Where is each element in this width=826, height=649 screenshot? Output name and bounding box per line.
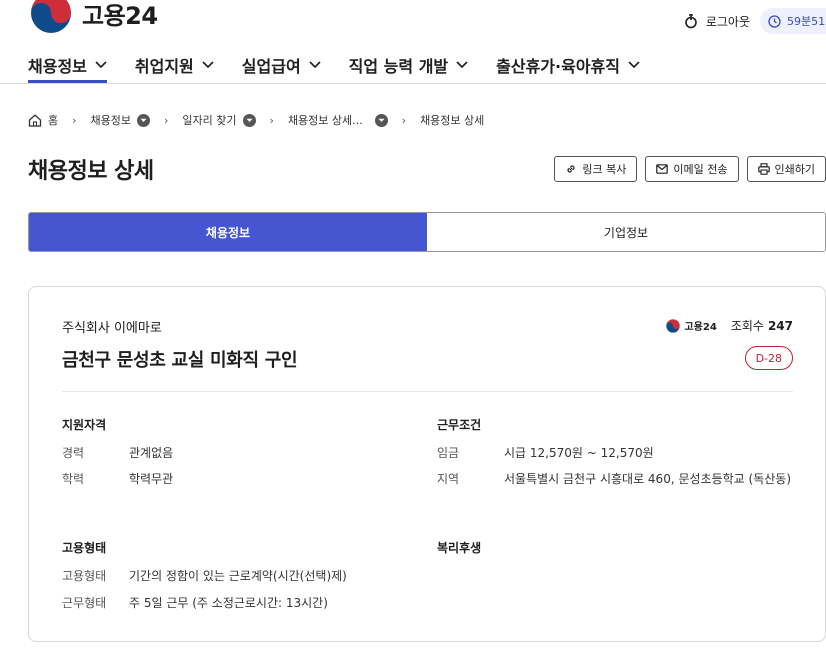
info-key: 학력 xyxy=(62,472,85,486)
info-row: 고용형태 기간의 정함이 있는 근로계약(시간(선택)제) xyxy=(62,565,347,587)
dropdown-circle-icon[interactable] xyxy=(374,113,388,127)
breadcrumb-item[interactable]: 일자리 찾기 xyxy=(182,112,256,128)
info-key: 근무형태 xyxy=(62,596,107,610)
gnb-item-skill-development[interactable]: 직업 능력 개발 xyxy=(349,50,468,80)
breadcrumb-label: 채용정보 상세... xyxy=(287,114,363,127)
logout-button[interactable]: 로그아웃 xyxy=(684,13,750,30)
chevron-right-icon: › xyxy=(401,113,407,127)
chevron-down-icon xyxy=(309,61,321,69)
section-title-employment: 고용형태 xyxy=(62,541,107,555)
taegeuk-logo-icon xyxy=(31,0,71,33)
timer-text: 59분51초 xyxy=(787,15,826,28)
section-title-welfare: 복리후생 xyxy=(437,541,482,555)
chevron-down-icon xyxy=(95,61,107,69)
card-divider xyxy=(62,391,793,392)
page-actions: 링크 복사 이메일 전송 인쇄하기 xyxy=(546,156,826,182)
breadcrumb-item[interactable]: 채용정보 상세... xyxy=(288,112,388,128)
taegeuk-logo-icon xyxy=(666,318,681,333)
home-icon xyxy=(28,113,42,127)
breadcrumb-home-label: 홈 xyxy=(48,114,59,127)
chevron-down-icon xyxy=(628,61,640,69)
info-value: 기간의 정함이 있는 근로계약(시간(선택)제) xyxy=(129,569,347,583)
breadcrumb-current: 채용정보 상세 xyxy=(420,112,484,128)
page-title: 채용정보 상세 xyxy=(28,159,154,184)
gnb-label: 직업 능력 개발 xyxy=(348,57,449,76)
session-timer[interactable]: 59분51초 xyxy=(760,8,826,34)
info-value: 학력무관 xyxy=(129,472,174,486)
info-value: 시급 12,570원 ~ 12,570원 xyxy=(504,446,654,460)
views-count: 247 xyxy=(767,318,793,333)
brand-badge-text: 고용24 xyxy=(684,322,717,333)
gnb-item-job-info[interactable]: 채용정보 xyxy=(28,50,107,83)
breadcrumb-label: 채용정보 xyxy=(90,114,132,127)
gnb-label: 실업급여 xyxy=(241,57,301,76)
send-email-label: 이메일 전송 xyxy=(673,163,728,176)
gnb-item-parental-leave[interactable]: 출산휴가·육아휴직 xyxy=(496,50,640,80)
dropdown-circle-icon[interactable] xyxy=(137,113,151,127)
deadline-badge: D-28 xyxy=(744,346,793,370)
section-title-conditions: 근무조건 xyxy=(437,418,482,432)
info-key: 임금 xyxy=(437,446,460,460)
gnb-label: 출산휴가·육아휴직 xyxy=(496,57,620,76)
detail-tabs: 채용정보 기업정보 xyxy=(28,212,826,252)
mail-icon xyxy=(656,164,669,174)
info-row: 근무형태 주 5일 근무 (주 소정근로시간: 13시간) xyxy=(62,592,328,614)
info-value: 서울특별시 금천구 시흥대로 460, 문성초등학교 (독산동) xyxy=(504,472,791,486)
info-key: 지역 xyxy=(437,472,460,486)
print-label: 인쇄하기 xyxy=(774,163,815,176)
header-divider xyxy=(0,83,826,84)
info-row: 학력 학력무관 xyxy=(62,468,173,490)
print-button[interactable]: 인쇄하기 xyxy=(746,156,826,182)
chevron-right-icon: › xyxy=(164,113,169,127)
send-email-button[interactable]: 이메일 전송 xyxy=(645,156,739,182)
chevron-right-icon: › xyxy=(269,113,274,127)
breadcrumb-item[interactable]: 채용정보 xyxy=(90,112,151,128)
breadcrumb-home[interactable]: 홈 xyxy=(28,112,58,128)
chevron-down-icon xyxy=(202,61,214,69)
gnb-label: 취업지원 xyxy=(134,57,194,76)
tab-company-info[interactable]: 기업정보 xyxy=(427,213,825,251)
info-row: 경력 관계없음 xyxy=(62,442,173,464)
breadcrumb: 홈 › 채용정보 › 일자리 찾기 › 채용정보 상세... › 채용정보 상세 xyxy=(28,112,484,128)
chevron-right-icon: › xyxy=(72,113,77,127)
copy-link-button[interactable]: 링크 복사 xyxy=(554,156,638,182)
breadcrumb-label: 일자리 찾기 xyxy=(182,114,237,127)
job-title: 금천구 문성초 교실 미화직 구인 xyxy=(62,350,298,371)
section-title-qualification: 지원자격 xyxy=(62,418,107,432)
gnb-item-employment-support[interactable]: 취업지원 xyxy=(135,50,214,80)
job-summary-card: 주식회사 이에마로 금천구 문성초 교실 미화직 구인 고용24 조회수 247… xyxy=(28,286,826,642)
info-value: 주 5일 근무 (주 소정근로시간: 13시간) xyxy=(129,596,328,610)
tab-job-info[interactable]: 채용정보 xyxy=(29,213,427,251)
logo-text: 고용24 xyxy=(82,1,158,30)
info-key: 고용형태 xyxy=(62,569,107,583)
utility-bar: 로그아웃 59분51초 xyxy=(684,8,826,34)
company-name[interactable]: 주식회사 이에마로 xyxy=(62,317,162,336)
site-logo[interactable]: 고용24 xyxy=(30,0,158,34)
gnb-item-unemployment-benefit[interactable]: 실업급여 xyxy=(242,50,321,80)
info-row: 지역 서울특별시 금천구 시흥대로 460, 문성초등학교 (독산동) xyxy=(437,468,793,490)
breadcrumb-label: 채용정보 상세 xyxy=(420,114,485,127)
info-key: 경력 xyxy=(62,446,85,460)
info-row: 임금 시급 12,570원 ~ 12,570원 xyxy=(437,442,654,464)
gnb-label: 채용정보 xyxy=(28,57,87,76)
chevron-down-icon xyxy=(456,61,468,69)
brand-badge: 고용24 xyxy=(666,318,717,333)
main-navigation: 채용정보 취업지원 실업급여 직업 능력 개발 출산휴가·육아휴직 xyxy=(28,50,668,83)
logout-icon xyxy=(685,14,697,29)
logout-label: 로그아웃 xyxy=(705,14,750,29)
copy-link-label: 링크 복사 xyxy=(582,163,627,176)
printer-icon xyxy=(757,163,770,175)
clock-icon xyxy=(768,14,781,28)
dropdown-circle-icon[interactable] xyxy=(242,113,256,127)
info-value: 관계없음 xyxy=(129,446,174,460)
views-label: 조회수 xyxy=(730,319,764,333)
link-icon xyxy=(567,165,576,173)
job-meta: 고용24 조회수 247 xyxy=(666,317,793,334)
